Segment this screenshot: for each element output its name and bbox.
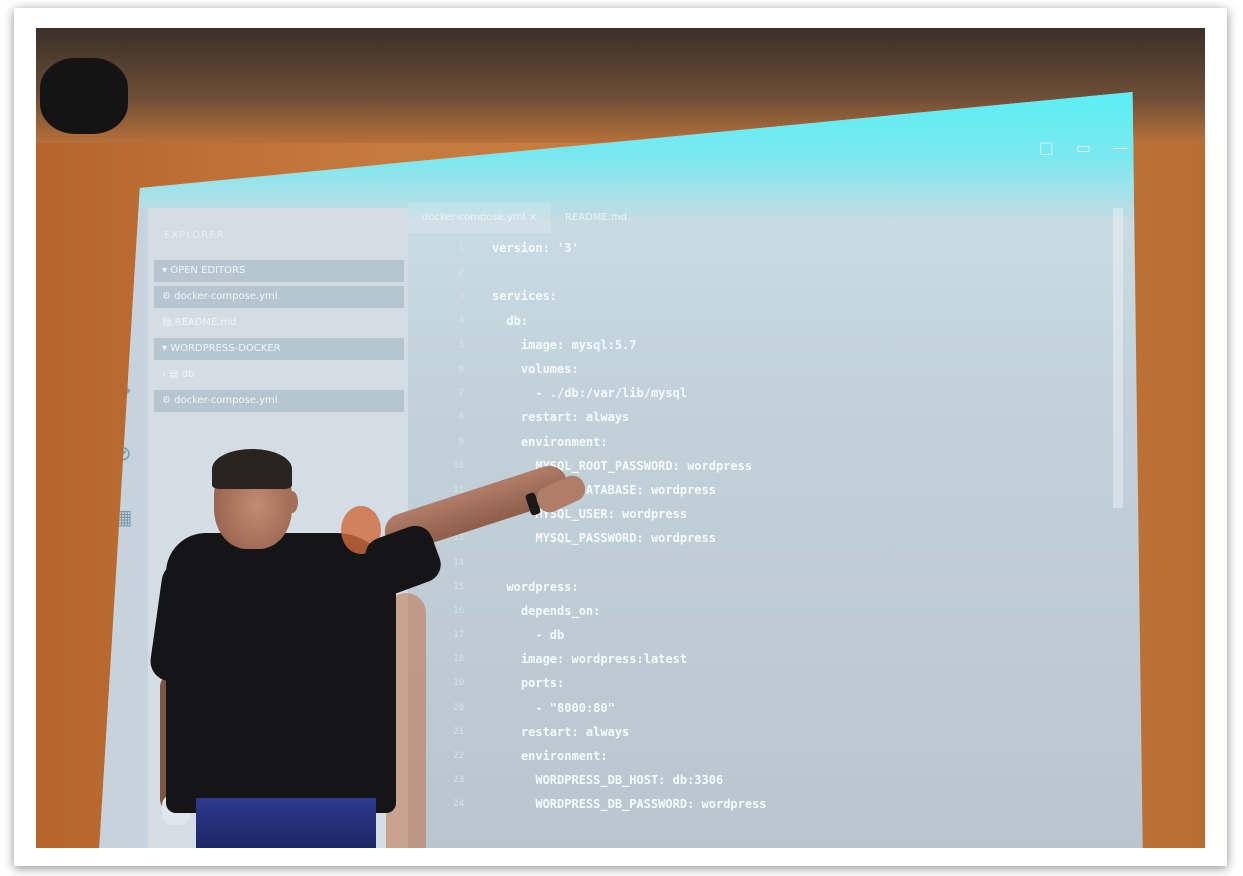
- code-line: 7 - ./db:/var/lib/mysql: [428, 381, 1128, 405]
- presenter: [136, 443, 606, 848]
- line-number: 1: [458, 243, 464, 254]
- code-text: - ./db:/var/lib/mysql: [492, 386, 688, 401]
- sidebar-item[interactable]: ▾ OPEN EDITORS: [154, 260, 404, 282]
- sidebar-item[interactable]: › ▤ db: [154, 364, 404, 386]
- editor-tab[interactable]: docker-compose.yml ×: [408, 203, 551, 233]
- code-text: db:: [492, 313, 529, 328]
- presenter-ear: [286, 491, 298, 513]
- line-number: 8: [458, 412, 464, 423]
- sidebar-item[interactable]: ⚙ docker-compose.yml: [154, 390, 404, 412]
- photo: □ ▭ — ❐ ⌕ ◆ ⊘ ▦ EXPLORER ▾ OPEN EDITORS ⚙ docke…: [36, 28, 1205, 848]
- line-number: 6: [458, 364, 464, 375]
- line-number: 3: [458, 291, 464, 302]
- git-icon[interactable]: ◆: [110, 376, 136, 402]
- sidebar-title: EXPLORER: [164, 230, 225, 241]
- editor-tab[interactable]: README.md: [551, 203, 641, 233]
- line-number: 5: [458, 339, 464, 350]
- photo-frame: □ ▭ — ❐ ⌕ ◆ ⊘ ▦ EXPLORER ▾ OPEN EDITORS ⚙ docke…: [14, 8, 1227, 866]
- window-control[interactable]: □: [1039, 138, 1054, 157]
- sidebar-item[interactable]: ▤ README.md: [154, 312, 404, 334]
- code-line: 3 services:: [428, 284, 1128, 308]
- editor-tabbar: docker-compose.yml × README.md: [408, 203, 641, 233]
- code-line: 8 restart: always: [428, 405, 1128, 429]
- code-text: version: '3': [492, 241, 579, 256]
- extensions-icon[interactable]: ▦: [110, 504, 136, 530]
- line-number: 7: [458, 388, 464, 399]
- code-line: 4 db:: [428, 309, 1128, 333]
- search-icon[interactable]: ⌕: [110, 312, 136, 338]
- code-line: 5 image: mysql:5.7: [428, 333, 1128, 357]
- sidebar-item[interactable]: ⚙ docker-compose.yml: [154, 286, 404, 308]
- files-icon[interactable]: ❐: [110, 248, 136, 274]
- code-text: image: mysql:5.7: [492, 337, 637, 352]
- sidebar-item[interactable]: ▾ WORDPRESS-DOCKER: [154, 338, 404, 360]
- window-controls: □ ▭ —: [1039, 138, 1129, 157]
- window-control[interactable]: —: [1113, 138, 1129, 157]
- code-text: services:: [492, 289, 558, 304]
- debug-icon[interactable]: ⊘: [110, 440, 136, 466]
- code-text: restart: always: [492, 410, 630, 425]
- editor-scrollbar: [1113, 208, 1123, 508]
- code-line: 6 volumes:: [428, 357, 1128, 381]
- code-line: 2: [428, 260, 1128, 284]
- ceiling-speaker: [40, 58, 128, 134]
- presenter-hair: [212, 449, 292, 489]
- line-number: 4: [458, 315, 464, 326]
- window-control[interactable]: ▭: [1076, 138, 1091, 157]
- code-text: volumes:: [492, 362, 579, 377]
- presenter-shorts: [196, 798, 376, 848]
- line-number: 2: [458, 267, 464, 278]
- code-line: 1 version: '3': [428, 236, 1128, 260]
